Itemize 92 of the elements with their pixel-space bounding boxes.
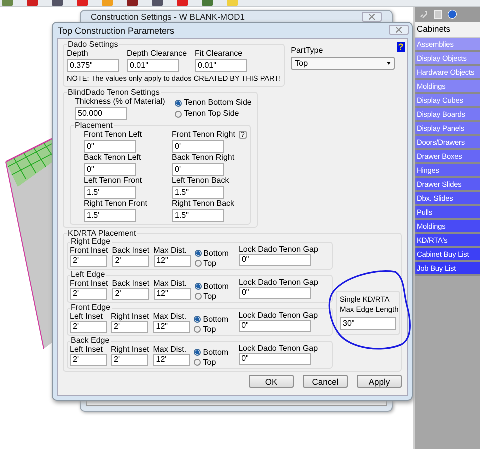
text-field[interactable]: 2': [70, 321, 107, 333]
text-field[interactable]: 0': [172, 163, 224, 176]
dialog-title: Top Construction Parameters: [58, 26, 176, 37]
field-label: Front Tenon Right: [172, 130, 236, 140]
dialog-button[interactable]: Cancel: [303, 375, 348, 388]
text-field[interactable]: 12": [153, 321, 190, 333]
group-title: Front Edge: [70, 304, 112, 312]
group-title: Dado Settings: [67, 40, 120, 49]
text-field[interactable]: 2': [112, 255, 150, 267]
radio-option[interactable]: Bottom: [194, 249, 229, 258]
text-field[interactable]: 1.5": [172, 186, 224, 199]
field-label: Max Dist.: [154, 279, 188, 288]
radio-option[interactable]: Tenon Top Side: [175, 109, 252, 119]
text-field[interactable]: 0": [84, 140, 136, 153]
group-title: KD/RTA Placement: [67, 229, 138, 238]
text-field[interactable]: 0": [238, 287, 311, 299]
text-field[interactable]: 0": [84, 163, 136, 176]
text-field[interactable]: 12": [154, 255, 191, 267]
caret-icon: [387, 62, 392, 65]
radio-option[interactable]: Bottom: [194, 282, 229, 291]
dropdown[interactable]: Top: [291, 57, 396, 70]
page-icon[interactable]: [434, 10, 442, 19]
field-label: Front Tenon Left: [84, 130, 144, 140]
text-field[interactable]: 30": [340, 316, 396, 330]
text-field[interactable]: 0.01": [195, 59, 248, 72]
field-label: Back Inset: [112, 279, 150, 288]
field-label: Back Tenon Left: [84, 153, 142, 163]
radio-option[interactable]: Top: [194, 325, 229, 334]
text-field[interactable]: 0': [172, 140, 224, 153]
text-field[interactable]: 0.375": [67, 59, 119, 72]
text-field[interactable]: 2': [111, 354, 148, 366]
group-title: Left Edge: [70, 271, 106, 279]
window-title: Construction Settings - W BLANK-MOD1: [90, 11, 246, 22]
text-field[interactable]: 0": [238, 320, 311, 332]
field-label: Right Tenon Back: [172, 199, 236, 209]
field-label: Front Inset: [70, 279, 108, 288]
help-icon[interactable]: [448, 10, 457, 19]
field-label: Left Tenon Front: [84, 176, 144, 186]
close-icon: [369, 14, 375, 20]
field-label: Thickness (% of Material): [75, 97, 166, 107]
group-title: Placement: [74, 121, 114, 130]
field-label: Right Inset: [111, 345, 150, 354]
text-field[interactable]: 0": [238, 353, 311, 365]
field-label: Front Inset: [70, 246, 108, 255]
text-field[interactable]: 2': [70, 354, 107, 366]
field-label: Right Inset: [111, 312, 150, 321]
radio-option[interactable]: Top: [194, 292, 229, 301]
field-label: Max Dist.: [154, 246, 188, 255]
text-field[interactable]: 1.5': [84, 186, 136, 199]
field-label: Lock Dado Tenon Gap: [238, 278, 318, 287]
text-field[interactable]: 1.5": [172, 209, 224, 222]
text-field[interactable]: 0.01": [127, 59, 179, 72]
radio-option[interactable]: Bottom: [194, 348, 229, 357]
text-field[interactable]: 2': [70, 255, 107, 267]
field-label: Back Inset: [112, 246, 150, 255]
field-label: Lock Dado Tenon Gap: [238, 245, 318, 254]
text-field[interactable]: 1.5': [84, 209, 136, 222]
close-icon: [396, 27, 402, 33]
field-label: Lock Dado Tenon Gap: [238, 311, 318, 320]
text-field[interactable]: 2': [70, 288, 107, 300]
group-title: Back Edge: [70, 337, 111, 345]
dialog-button[interactable]: Apply: [357, 375, 402, 388]
radio-option[interactable]: Bottom: [194, 315, 229, 324]
field-label: Back Tenon Right: [172, 153, 236, 163]
text-field[interactable]: 12': [153, 354, 190, 366]
text-field[interactable]: 2': [111, 321, 148, 333]
field-label: Left Inset: [70, 312, 104, 321]
field-label: Fit Clearance: [195, 49, 244, 59]
sidebar-tab[interactable]: Cabinets: [415, 22, 480, 38]
field-label: Max Dist.: [153, 345, 188, 354]
field-label: Depth: [67, 49, 90, 59]
link-icon[interactable]: [420, 10, 428, 18]
text-field[interactable]: 0": [238, 254, 311, 266]
help-button[interactable]: ?: [397, 42, 405, 52]
group-title: Right Edge: [70, 238, 112, 246]
field-label: PartType: [291, 46, 324, 56]
field-label: Lock Dado Tenon Gap: [238, 344, 318, 353]
close-button[interactable]: [362, 12, 382, 22]
group-title: BlindDado Tenon Settings: [67, 88, 161, 97]
field-label: Depth Clearance: [127, 49, 188, 59]
radio-option[interactable]: Top: [194, 358, 229, 367]
field-label: Left Tenon Back: [172, 176, 230, 186]
field-label: Right Tenon Front: [84, 199, 148, 209]
radio-option[interactable]: Top: [194, 259, 229, 268]
radio-option[interactable]: Tenon Bottom Side: [175, 98, 252, 108]
text-field[interactable]: 12": [154, 288, 191, 300]
text-field[interactable]: 2': [112, 288, 150, 300]
field-label: Max Dist.: [153, 312, 188, 321]
text-field[interactable]: 50.000: [75, 107, 127, 120]
field-label: Left Inset: [70, 345, 104, 354]
close-button[interactable]: [389, 25, 409, 35]
dialog-button[interactable]: OK: [249, 375, 294, 388]
